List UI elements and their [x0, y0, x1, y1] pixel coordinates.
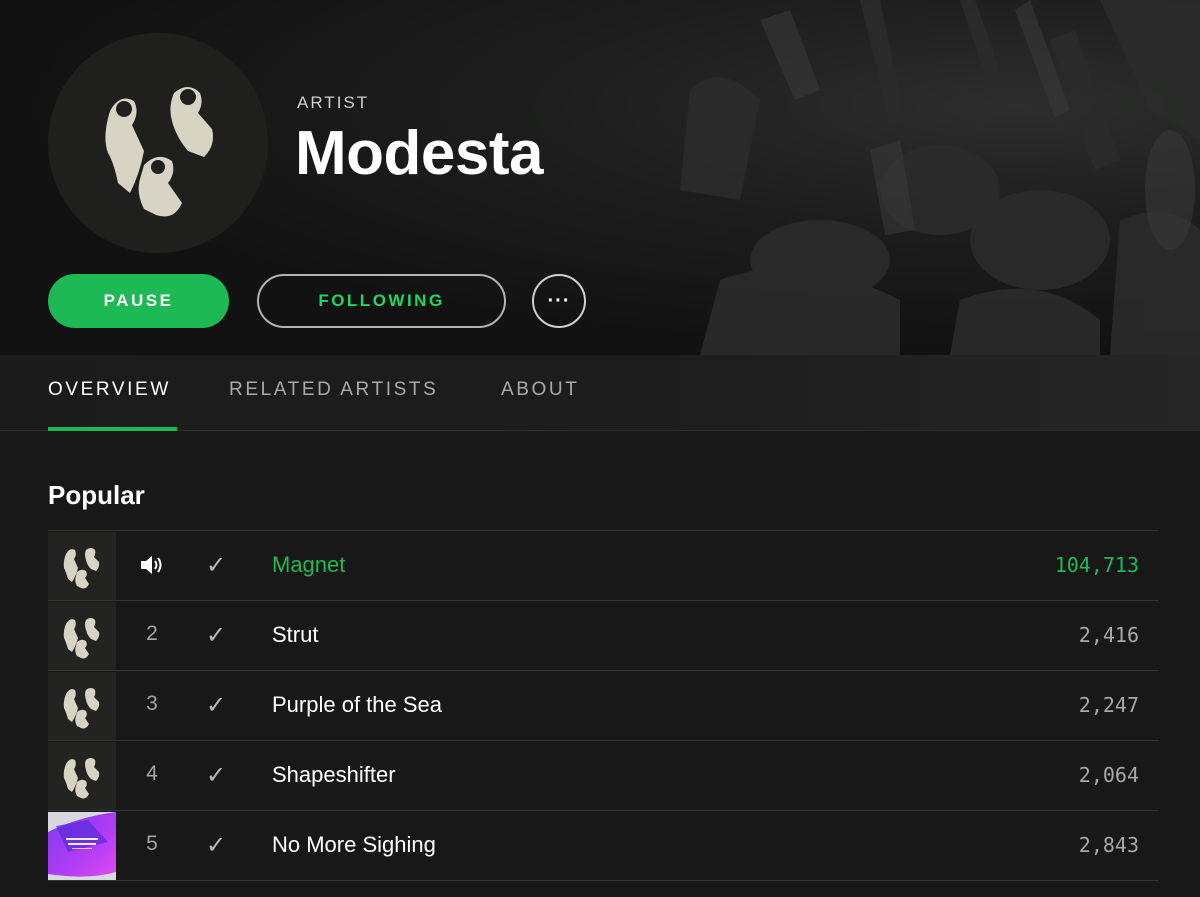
- saved-check-icon[interactable]: ✓: [206, 761, 226, 790]
- tab-related-artists[interactable]: RELATED ARTISTS: [229, 379, 438, 401]
- track-index: 4: [146, 762, 158, 785]
- track-title[interactable]: Strut: [272, 622, 318, 648]
- track-artwork: [48, 532, 116, 600]
- popular-tracklist: ✓ Magnet 104,713 2 ✓ Strut 2,416 3 ✓ Pur…: [48, 530, 1159, 881]
- track-row[interactable]: 3 ✓ Purple of the Sea 2,247: [48, 671, 1159, 741]
- track-play-count: 2,064: [1078, 763, 1139, 787]
- track-play-count: 2,247: [1078, 693, 1139, 717]
- saved-check-icon[interactable]: ✓: [206, 691, 226, 720]
- artist-header: ARTIST Modesta PAUSE FOLLOWING ···: [0, 0, 1200, 355]
- track-title[interactable]: Purple of the Sea: [272, 692, 442, 718]
- track-title[interactable]: Shapeshifter: [272, 762, 396, 788]
- popular-section-title: Popular: [48, 480, 145, 510]
- pause-button[interactable]: PAUSE: [48, 274, 229, 328]
- saved-check-icon[interactable]: ✓: [206, 621, 226, 650]
- track-row[interactable]: 4 ✓ Shapeshifter 2,064: [48, 741, 1159, 811]
- more-options-button[interactable]: ···: [532, 274, 586, 328]
- tab-about[interactable]: ABOUT: [501, 379, 579, 401]
- artist-type-label: ARTIST: [297, 93, 370, 112]
- tab-overview[interactable]: OVERVIEW: [48, 379, 171, 401]
- track-index: 3: [146, 692, 158, 715]
- artist-avatar: [48, 33, 268, 253]
- saved-check-icon[interactable]: ✓: [206, 831, 226, 860]
- following-button[interactable]: FOLLOWING: [257, 274, 506, 328]
- track-row[interactable]: 2 ✓ Strut 2,416: [48, 601, 1159, 671]
- more-options-icon: ···: [547, 289, 571, 312]
- artist-tabs: OVERVIEW RELATED ARTISTS ABOUT: [0, 355, 1200, 431]
- track-title[interactable]: Magnet: [272, 552, 345, 578]
- track-artwork: [48, 742, 116, 810]
- track-index: 2: [146, 622, 158, 645]
- track-play-count: 2,416: [1078, 623, 1139, 647]
- track-row[interactable]: ✓ Magnet 104,713: [48, 531, 1159, 601]
- now-playing-speaker-icon: [141, 556, 162, 574]
- track-artwork: [48, 812, 116, 880]
- saved-check-icon[interactable]: ✓: [206, 551, 226, 580]
- track-artwork: [48, 602, 116, 670]
- track-artwork: [48, 672, 116, 740]
- band-photo-image: [48, 33, 268, 253]
- artist-name: Modesta: [295, 119, 543, 188]
- track-play-count: 2,843: [1078, 833, 1139, 857]
- track-index: 5: [146, 832, 158, 855]
- track-row[interactable]: 5 ✓ No More Sighing 2,843: [48, 811, 1159, 881]
- track-play-count: 104,713: [1054, 553, 1139, 577]
- active-tab-indicator: [48, 427, 177, 431]
- track-title[interactable]: No More Sighing: [272, 832, 436, 858]
